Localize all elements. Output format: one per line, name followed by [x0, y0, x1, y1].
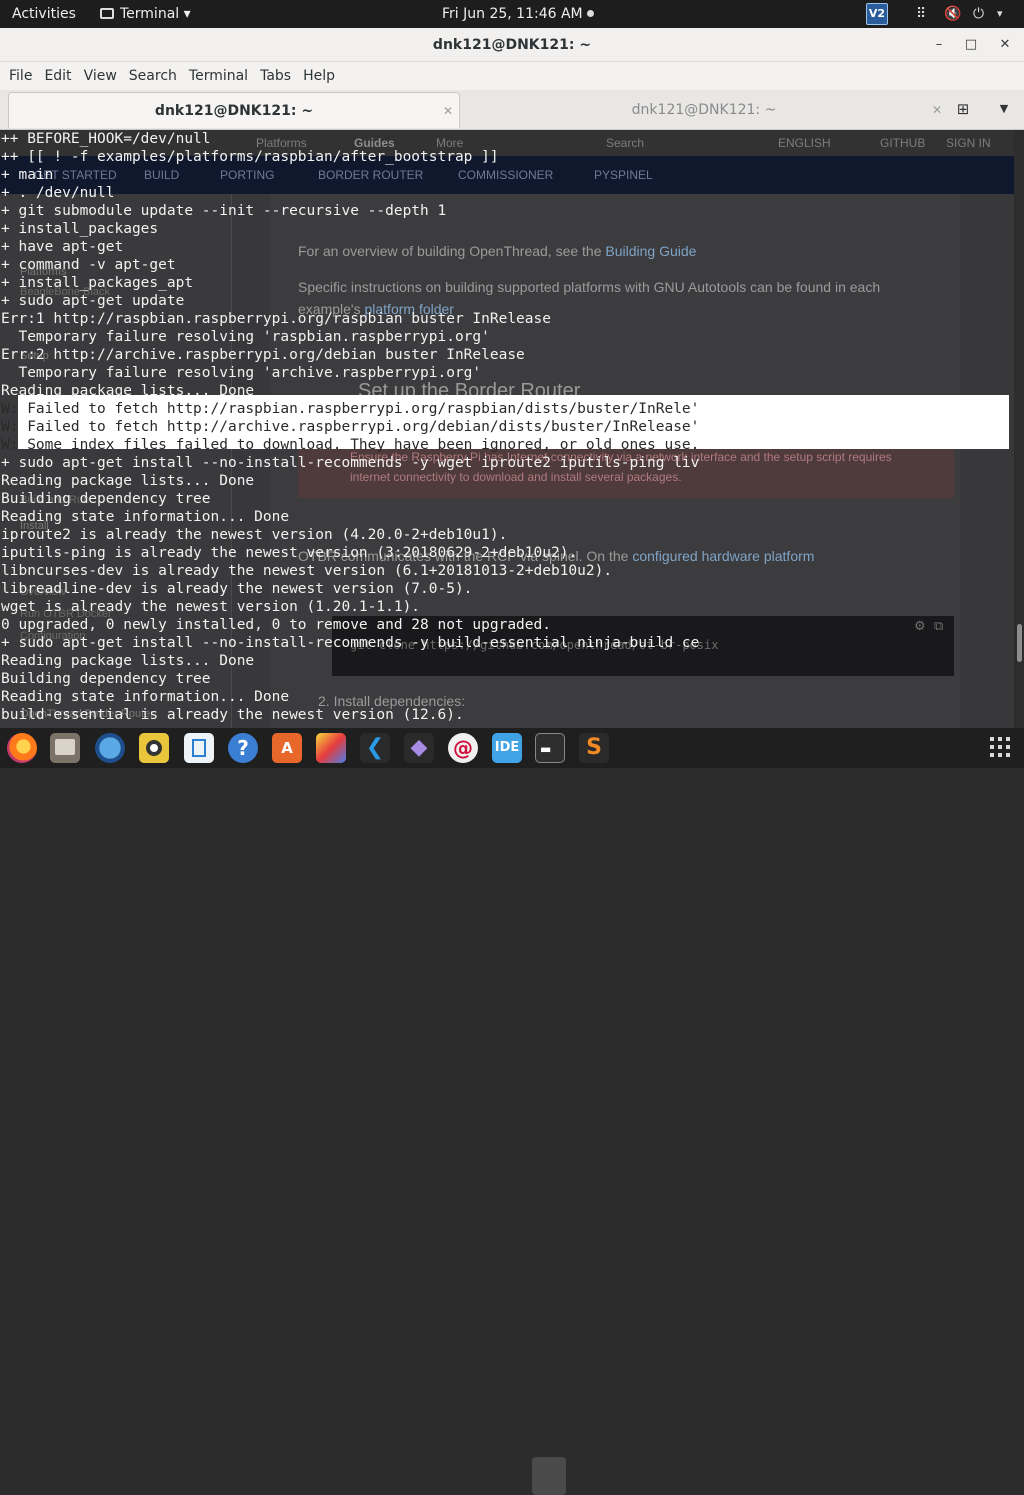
tab-label: dnk121@DNK121: ~ [631, 102, 777, 118]
files-icon-shape [55, 739, 75, 755]
close-button[interactable]: ✕ [994, 34, 1016, 56]
maximize-button[interactable]: □ [960, 34, 982, 56]
terminal-line: 0 upgraded, 0 newly installed, 0 to remo… [1, 617, 551, 633]
title-bar[interactable]: dnk121@DNK121: ~ – □ ✕ [0, 28, 1024, 62]
terminal-line: Building dependency tree [1, 671, 211, 687]
terminal-line: W: Some index files failed to download. … [1, 437, 700, 453]
thunderbird-icon[interactable] [95, 733, 125, 763]
terminal-line: W: Failed to fetch http://raspbian.raspb… [1, 401, 700, 417]
terminal-line: iputils-ping is already the newest versi… [1, 545, 578, 561]
terminal-line: wget is already the newest version (1.20… [1, 599, 421, 615]
files-icon[interactable] [50, 733, 80, 763]
sublime-icon[interactable]: S [579, 733, 609, 763]
minimize-button[interactable]: – [928, 34, 950, 56]
terminal-line: W: Failed to fetch http://archive.raspbe… [1, 419, 700, 435]
terminal-line: ++ BEFORE_HOOK=/dev/null [1, 131, 211, 147]
notification-dot-icon [586, 10, 594, 17]
terminal-line: + . /dev/null [1, 185, 115, 201]
tab-bar: dnk121@DNK121: ~ ✕ dnk121@DNK121: ~ ✕ ⊞ … [0, 90, 1024, 130]
clock-label: Fri Jun 25, 11:46 AM [442, 6, 583, 22]
network-icon[interactable]: ⠿ [916, 0, 926, 28]
menu-terminal[interactable]: Terminal [183, 62, 254, 90]
activities-button[interactable]: Activities [12, 0, 76, 28]
menu-help[interactable]: Help [297, 62, 341, 90]
show-applications-grid-icon[interactable] [990, 737, 1012, 759]
firefox-icon[interactable] [7, 733, 37, 763]
extensions-icon[interactable]: ◆ [404, 733, 434, 763]
tab-close-icon[interactable]: ✕ [932, 92, 942, 128]
terminal-line: Reading state information... Done [1, 509, 290, 525]
terminal-line: iproute2 is already the newest version (… [1, 527, 508, 543]
new-tab-button[interactable]: ⊞ [952, 98, 974, 120]
menu-file[interactable]: File [3, 62, 38, 90]
image-editor-icon[interactable] [316, 733, 346, 763]
terminal-line: Building dependency tree [1, 491, 211, 507]
terminal-output-area[interactable]: Platforms Guides More Search ENGLISH GIT… [0, 130, 1014, 728]
volume-icon[interactable]: 🔇 [944, 0, 961, 28]
writer-page [192, 739, 206, 757]
dock: ? A ❮ ◆ @ IDE ▬ S [0, 728, 1024, 1495]
tab-terminal-1[interactable]: dnk121@DNK121: ~ ✕ [8, 92, 460, 128]
active-app-highlight [532, 1457, 566, 1495]
terminal-line: Temporary failure resolving 'archive.ras… [1, 365, 482, 381]
terminal-line: ++ [[ ! -f examples/platforms/raspbian/a… [1, 149, 499, 165]
scrollbar[interactable] [1014, 130, 1024, 728]
rhythmbox-disc [146, 740, 162, 756]
ide-icon[interactable]: IDE [492, 733, 522, 763]
terminal-line: libreadline-dev is already the newest ve… [1, 581, 473, 597]
window-title: dnk121@DNK121: ~ [432, 37, 592, 53]
rhythmbox-icon[interactable] [139, 733, 169, 763]
menu-edit[interactable]: Edit [38, 62, 77, 90]
software-center-icon[interactable]: A [272, 733, 302, 763]
menu-bar: File Edit View Search Terminal Tabs Help [0, 62, 1024, 90]
terminal-line: + sudo apt-get install --no-install-reco… [1, 635, 700, 651]
terminal-line: build-essential is already the newest ve… [1, 707, 464, 723]
terminal-line: + sudo apt-get install --no-install-reco… [1, 455, 700, 471]
menu-search[interactable]: Search [123, 62, 183, 90]
help-icon[interactable]: ? [228, 733, 258, 763]
terminal-line: Reading package lists... Done [1, 473, 255, 489]
terminal-line: + command -v apt-get [1, 257, 176, 273]
menu-tabs[interactable]: Tabs [254, 62, 297, 90]
tab-close-icon[interactable]: ✕ [443, 93, 453, 129]
chevron-down-icon: ▾ [183, 6, 191, 22]
terminal-line: Reading package lists... Done [1, 383, 255, 399]
system-menu-chevron-icon[interactable]: ▾ [997, 0, 1003, 28]
tabs-menu-chevron-icon[interactable]: ▼ [994, 98, 1014, 120]
terminal-line: + install_packages_apt [1, 275, 194, 291]
vpn-indicator[interactable]: V2 [866, 3, 888, 25]
clock[interactable]: Fri Jun 25, 11:46 AM [442, 0, 594, 28]
libreoffice-writer-icon[interactable] [184, 733, 214, 763]
terminal-icon[interactable]: ▬ [535, 733, 565, 763]
vscode-icon[interactable]: ❮ [360, 733, 390, 763]
terminal-line: Temporary failure resolving 'raspbian.ra… [1, 329, 490, 345]
terminal-line: + have apt-get [1, 239, 124, 255]
app-menu-label: Terminal [120, 6, 180, 22]
terminal-window: dnk121@DNK121: ~ – □ ✕ File Edit View Searc… [0, 28, 1024, 728]
terminal-line: + sudo apt-get update [1, 293, 185, 309]
power-icon[interactable]: ⏻ [973, 0, 984, 28]
scroll-thumb[interactable] [1017, 624, 1022, 662]
menu-view[interactable]: View [78, 62, 123, 90]
top-bar: Activities Terminal ▾ Fri Jun 25, 11:46 … [0, 0, 1024, 28]
tab-label: dnk121@DNK121: ~ [154, 103, 314, 119]
terminal-text[interactable]: ++ BEFORE_HOOK=/dev/null ++ [[ ! -f examp… [0, 130, 1014, 728]
terminal-icon [100, 8, 114, 19]
terminal-line: Err:2 http://archive.raspberrypi.org/deb… [1, 347, 525, 363]
terminal-line: libncurses-dev is already the newest ver… [1, 563, 613, 579]
terminal-line: + git submodule update --init --recursiv… [1, 203, 447, 219]
app-menu[interactable]: Terminal ▾ [100, 0, 191, 28]
terminal-line: Reading state information... Done [1, 689, 290, 705]
terminal-line: Reading package lists... Done [1, 653, 255, 669]
tab-terminal-2[interactable]: dnk121@DNK121: ~ ✕ [460, 92, 948, 128]
terminal-line: Err:1 http://raspbian.raspberrypi.org/ra… [1, 311, 551, 327]
terminal-line: + install_packages [1, 221, 159, 237]
debian-icon[interactable]: @ [448, 733, 478, 763]
terminal-line: + main [1, 167, 54, 183]
